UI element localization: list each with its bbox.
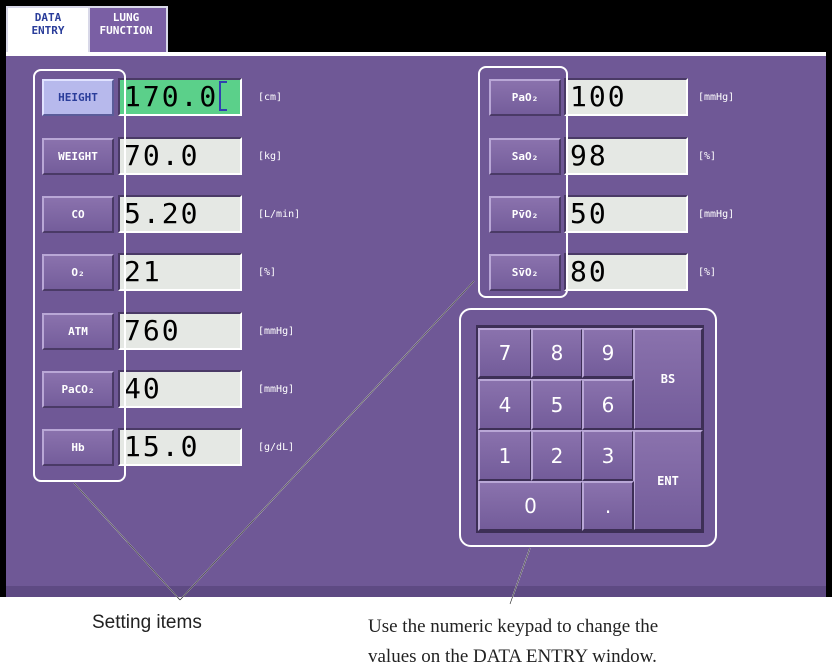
svo2-field[interactable]: 80 [564, 253, 688, 291]
o2-field[interactable]: 21 [118, 253, 242, 291]
co-field[interactable]: 5.20 [118, 195, 242, 233]
tab-data-entry[interactable]: DATA ENTRY [6, 6, 90, 52]
pvo2-unit: [mmHg] [698, 209, 735, 220]
pvo2-field[interactable]: 50 [564, 195, 688, 233]
o2-unit: [%] [258, 267, 277, 278]
atm-field[interactable]: 760 [118, 312, 242, 350]
left-setting-items-outline [33, 69, 126, 482]
tab-lung-function[interactable]: LUNG FUNCTION [84, 6, 168, 52]
height-value: 170.0 [124, 80, 219, 113]
height-unit: [cm] [258, 92, 283, 103]
data-entry-screen: DATA ENTRY LUNG FUNCTION HEIGHT 170.0 [c… [0, 0, 832, 597]
keypad-caption-line-2: values on the DATA ENTRY window. [368, 646, 657, 667]
co-unit: [L/min] [258, 209, 301, 220]
sao2-unit: [%] [698, 151, 717, 162]
panel-bottom-strip [6, 586, 826, 597]
setting-items-caption: Setting items [92, 612, 202, 633]
hb-unit: [g/dL] [258, 442, 295, 453]
sao2-field[interactable]: 98 [564, 137, 688, 175]
weight-field[interactable]: 70.0 [118, 137, 242, 175]
text-cursor [219, 81, 228, 111]
hb-field[interactable]: 15.0 [118, 428, 242, 466]
height-field[interactable]: 170.0 [118, 78, 242, 116]
pao2-unit: [mmHg] [698, 92, 735, 103]
keypad-caption-line-1: Use the numeric keypad to change the [368, 616, 659, 637]
paco2-unit: [mmHg] [258, 384, 295, 395]
pao2-field[interactable]: 100 [564, 78, 688, 116]
atm-unit: [mmHg] [258, 326, 295, 337]
svo2-unit: [%] [698, 267, 717, 278]
keypad-caption: Use the numeric keypad to change the val… [368, 612, 658, 672]
paco2-field[interactable]: 40 [118, 370, 242, 408]
keypad-outline [459, 308, 717, 547]
weight-unit: [kg] [258, 151, 283, 162]
right-setting-items-outline [478, 66, 568, 298]
